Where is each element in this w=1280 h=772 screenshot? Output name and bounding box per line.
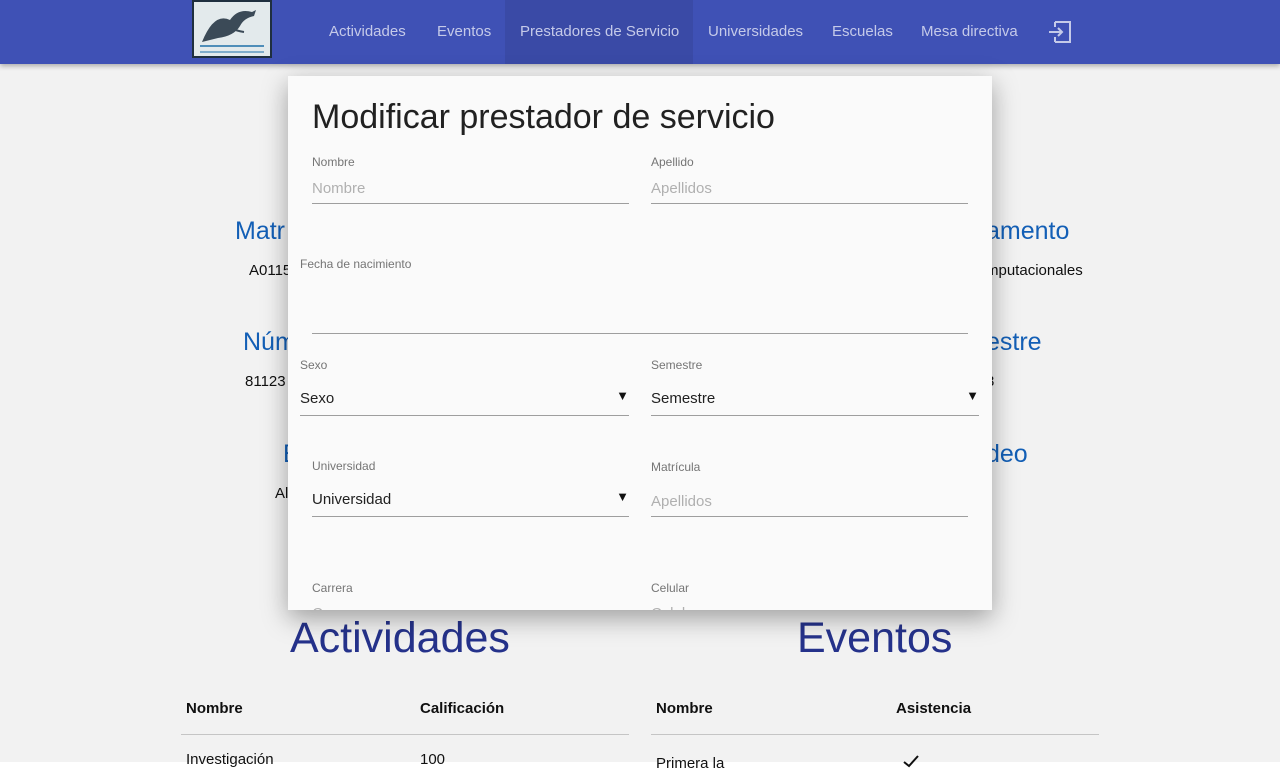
caret-down-icon: ▼: [616, 489, 629, 504]
semestre-selected: Semestre: [651, 390, 716, 407]
matricula-input[interactable]: [651, 487, 968, 517]
carrera-label: Carrera: [312, 581, 353, 595]
fecha-nacimiento-label: Fecha de nacimiento: [300, 257, 412, 271]
sexo-selected: Sexo: [300, 390, 335, 407]
nav-prestadores-de-servicio[interactable]: Prestadores de Servicio: [505, 0, 693, 64]
caret-down-icon: ▼: [616, 388, 629, 403]
carrera-input[interactable]: [312, 599, 629, 610]
logo-image: [194, 2, 270, 56]
nombre-input[interactable]: [312, 174, 629, 204]
nombre-label: Nombre: [312, 155, 355, 169]
apellido-label: Apellido: [651, 155, 694, 169]
top-navbar: Actividades Eventos Prestadores de Servi…: [0, 0, 1280, 64]
matricula-label: Matrícula: [651, 460, 701, 474]
edit-provider-modal: Modificar prestador de servicio Nombre A…: [288, 76, 992, 610]
sexo-label: Sexo: [300, 358, 328, 372]
celular-input[interactable]: [651, 599, 968, 610]
caret-down-icon: ▼: [966, 388, 979, 403]
celular-label: Celular: [651, 581, 690, 595]
nav-universidades[interactable]: Universidades: [693, 0, 818, 64]
fecha-nacimiento-input[interactable]: [312, 304, 968, 334]
nav-actividades[interactable]: Actividades: [314, 0, 421, 64]
universidad-label: Universidad: [312, 459, 376, 473]
logo[interactable]: [192, 0, 272, 58]
semestre-select[interactable]: Semestre ▼: [651, 386, 979, 416]
apellido-input[interactable]: [651, 174, 968, 204]
sexo-select[interactable]: Sexo ▼: [300, 386, 629, 416]
logout-icon[interactable]: [1047, 20, 1073, 44]
universidad-selected: Universidad: [312, 491, 392, 508]
nav-eventos[interactable]: Eventos: [422, 0, 506, 64]
semestre-label: Semestre: [651, 358, 703, 372]
modal-title: Modificar prestador de servicio: [312, 98, 775, 136]
universidad-select[interactable]: Universidad ▼: [312, 487, 629, 517]
nav-escuelas[interactable]: Escuelas: [817, 0, 908, 64]
nav-mesa-directiva[interactable]: Mesa directiva: [906, 0, 1033, 64]
